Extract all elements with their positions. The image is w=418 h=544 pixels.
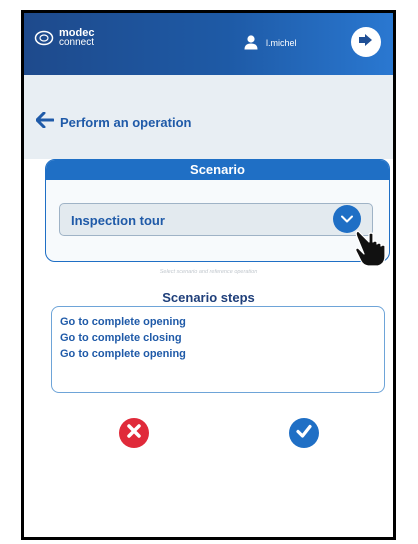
page-title: Perform an operation: [60, 115, 192, 130]
confirm-button[interactable]: [289, 418, 319, 448]
app-frame: modec connect l.michel Perform an operat…: [21, 10, 396, 540]
top-bar: modec connect l.michel: [24, 13, 393, 75]
list-item[interactable]: Go to complete closing: [60, 330, 384, 346]
cancel-button[interactable]: [119, 418, 149, 448]
user-icon: [243, 34, 259, 52]
cancel-x-icon: [127, 423, 141, 443]
scenario-select[interactable]: Inspection tour: [59, 203, 373, 236]
scenario-selected-value: Inspection tour: [71, 213, 165, 228]
brand-logo: modec connect: [34, 28, 95, 48]
list-item[interactable]: Go to complete opening: [60, 346, 384, 362]
modec-logo-icon: [34, 30, 54, 46]
logout-icon: [358, 32, 374, 53]
logout-button[interactable]: [351, 27, 381, 57]
back-button[interactable]: Perform an operation: [35, 111, 192, 133]
steps-list: Go to complete opening Go to complete cl…: [51, 306, 385, 393]
username-label: l.michel: [266, 38, 297, 48]
checkmark-icon: [296, 424, 312, 443]
scenario-hint: Select scenario and reference operation: [159, 269, 258, 275]
hand-pointer-icon: [352, 221, 392, 274]
arrow-left-icon: [35, 111, 55, 133]
logo-line2: connect: [59, 37, 95, 48]
sub-header: Perform an operation: [24, 75, 393, 159]
list-item[interactable]: Go to complete opening: [60, 314, 384, 330]
steps-title: Scenario steps: [162, 290, 255, 305]
scenario-title: Scenario: [46, 160, 389, 180]
scenario-card: Scenario Inspection tour: [45, 159, 390, 262]
user-info: l.michel: [243, 34, 297, 52]
